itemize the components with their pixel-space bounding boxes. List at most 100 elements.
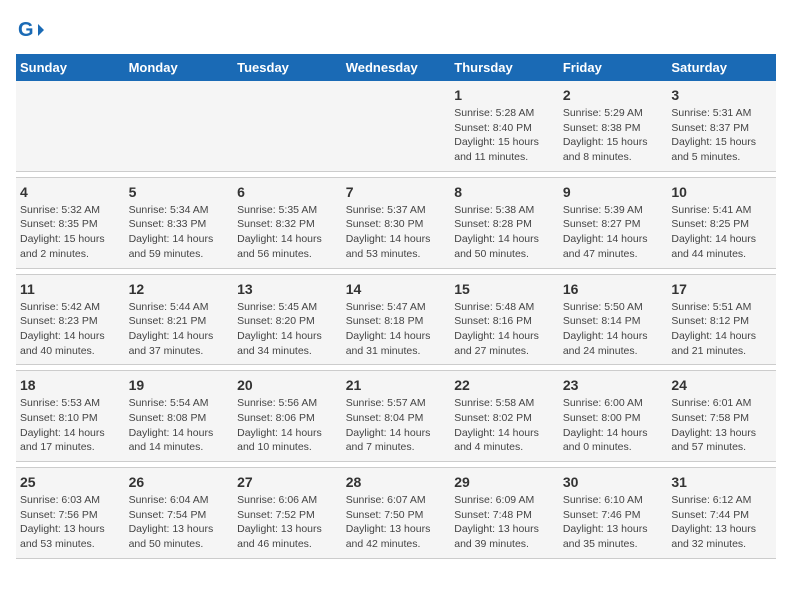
day-cell: 4 Sunrise: 5:32 AM Sunset: 8:35 PM Daylig… — [16, 177, 125, 268]
day-cell: 14 Sunrise: 5:47 AM Sunset: 8:18 PM Dayli… — [342, 274, 451, 365]
week-row-2: 4 Sunrise: 5:32 AM Sunset: 8:35 PM Daylig… — [16, 177, 776, 268]
logo: G — [16, 16, 48, 44]
day-info: Sunrise: 5:50 AM Sunset: 8:14 PM Dayligh… — [563, 300, 664, 359]
day-number: 22 — [454, 377, 555, 393]
day-number: 29 — [454, 474, 555, 490]
day-number: 6 — [237, 184, 338, 200]
day-info: Sunrise: 6:00 AM Sunset: 8:00 PM Dayligh… — [563, 396, 664, 455]
day-cell: 20 Sunrise: 5:56 AM Sunset: 8:06 PM Dayli… — [233, 371, 342, 462]
day-cell: 2 Sunrise: 5:29 AM Sunset: 8:38 PM Daylig… — [559, 81, 668, 171]
day-info: Sunrise: 5:58 AM Sunset: 8:02 PM Dayligh… — [454, 396, 555, 455]
day-cell — [342, 81, 451, 171]
week-row-1: 1 Sunrise: 5:28 AM Sunset: 8:40 PM Daylig… — [16, 81, 776, 171]
day-cell — [125, 81, 234, 171]
day-cell: 24Sunrise: 6:01 AM Sunset: 7:58 PM Dayli… — [667, 371, 776, 462]
week-row-5: 25 Sunrise: 6:03 AM Sunset: 7:56 PM Dayli… — [16, 468, 776, 559]
svg-text:G: G — [18, 19, 34, 41]
day-cell: 23 Sunrise: 6:00 AM Sunset: 8:00 PM Dayli… — [559, 371, 668, 462]
day-number: 23 — [563, 377, 664, 393]
day-number: 14 — [346, 281, 447, 297]
day-info: Sunrise: 5:42 AM Sunset: 8:23 PM Dayligh… — [20, 300, 121, 359]
day-cell: 27 Sunrise: 6:06 AM Sunset: 7:52 PM Dayli… — [233, 468, 342, 559]
day-info: Sunrise: 5:51 AM Sunset: 8:12 PM Dayligh… — [671, 300, 772, 359]
day-info: Sunrise: 5:41 AM Sunset: 8:25 PM Dayligh… — [671, 203, 772, 262]
day-cell: 21Sunrise: 5:57 AM Sunset: 8:04 PM Dayli… — [342, 371, 451, 462]
day-info: Sunrise: 5:48 AM Sunset: 8:16 PM Dayligh… — [454, 300, 555, 359]
day-cell: 28 Sunrise: 6:07 AM Sunset: 7:50 PM Dayli… — [342, 468, 451, 559]
day-cell: 6 Sunrise: 5:35 AM Sunset: 8:32 PM Daylig… — [233, 177, 342, 268]
day-info: Sunrise: 6:06 AM Sunset: 7:52 PM Dayligh… — [237, 493, 338, 552]
day-number: 25 — [20, 474, 121, 490]
day-info: Sunrise: 5:37 AM Sunset: 8:30 PM Dayligh… — [346, 203, 447, 262]
day-info: Sunrise: 6:12 AM Sunset: 7:44 PM Dayligh… — [671, 493, 772, 552]
day-cell — [233, 81, 342, 171]
day-cell: 7 Sunrise: 5:37 AM Sunset: 8:30 PM Daylig… — [342, 177, 451, 268]
day-cell: 3 Sunrise: 5:31 AM Sunset: 8:37 PM Daylig… — [667, 81, 776, 171]
header-day-monday: Monday — [125, 54, 234, 81]
page-header: G — [16, 16, 776, 44]
day-cell: 19 Sunrise: 5:54 AM Sunset: 8:08 PM Dayli… — [125, 371, 234, 462]
day-cell: 31 Sunrise: 6:12 AM Sunset: 7:44 PM Dayli… — [667, 468, 776, 559]
day-number: 2 — [563, 87, 664, 103]
day-cell: 11 Sunrise: 5:42 AM Sunset: 8:23 PM Dayli… — [16, 274, 125, 365]
day-info: Sunrise: 6:10 AM Sunset: 7:46 PM Dayligh… — [563, 493, 664, 552]
day-number: 26 — [129, 474, 230, 490]
day-number: 3 — [671, 87, 772, 103]
day-info: Sunrise: 5:38 AM Sunset: 8:28 PM Dayligh… — [454, 203, 555, 262]
day-info: Sunrise: 6:09 AM Sunset: 7:48 PM Dayligh… — [454, 493, 555, 552]
day-info: Sunrise: 5:32 AM Sunset: 8:35 PM Dayligh… — [20, 203, 121, 262]
day-number: 19 — [129, 377, 230, 393]
day-info: Sunrise: 5:47 AM Sunset: 8:18 PM Dayligh… — [346, 300, 447, 359]
week-row-3: 11 Sunrise: 5:42 AM Sunset: 8:23 PM Dayli… — [16, 274, 776, 365]
day-info: Sunrise: 5:31 AM Sunset: 8:37 PM Dayligh… — [671, 106, 772, 165]
day-info: Sunrise: 5:29 AM Sunset: 8:38 PM Dayligh… — [563, 106, 664, 165]
day-cell: 18Sunrise: 5:53 AM Sunset: 8:10 PM Dayli… — [16, 371, 125, 462]
day-cell: 9Sunrise: 5:39 AM Sunset: 8:27 PM Daylig… — [559, 177, 668, 268]
day-cell — [16, 81, 125, 171]
day-number: 20 — [237, 377, 338, 393]
week-row-4: 18Sunrise: 5:53 AM Sunset: 8:10 PM Dayli… — [16, 371, 776, 462]
day-cell: 29 Sunrise: 6:09 AM Sunset: 7:48 PM Dayli… — [450, 468, 559, 559]
day-info: Sunrise: 5:53 AM Sunset: 8:10 PM Dayligh… — [20, 396, 121, 455]
day-number: 10 — [671, 184, 772, 200]
day-info: Sunrise: 5:44 AM Sunset: 8:21 PM Dayligh… — [129, 300, 230, 359]
day-info: Sunrise: 5:45 AM Sunset: 8:20 PM Dayligh… — [237, 300, 338, 359]
day-info: Sunrise: 6:07 AM Sunset: 7:50 PM Dayligh… — [346, 493, 447, 552]
header-day-wednesday: Wednesday — [342, 54, 451, 81]
header-day-friday: Friday — [559, 54, 668, 81]
day-info: Sunrise: 5:56 AM Sunset: 8:06 PM Dayligh… — [237, 396, 338, 455]
day-info: Sunrise: 5:35 AM Sunset: 8:32 PM Dayligh… — [237, 203, 338, 262]
day-number: 1 — [454, 87, 555, 103]
day-number: 27 — [237, 474, 338, 490]
day-number: 5 — [129, 184, 230, 200]
day-info: Sunrise: 5:54 AM Sunset: 8:08 PM Dayligh… — [129, 396, 230, 455]
day-number: 4 — [20, 184, 121, 200]
day-cell: 15 Sunrise: 5:48 AM Sunset: 8:16 PM Dayli… — [450, 274, 559, 365]
day-info: Sunrise: 6:04 AM Sunset: 7:54 PM Dayligh… — [129, 493, 230, 552]
header-day-sunday: Sunday — [16, 54, 125, 81]
day-number: 21 — [346, 377, 447, 393]
day-cell: 13 Sunrise: 5:45 AM Sunset: 8:20 PM Dayli… — [233, 274, 342, 365]
day-cell: 8Sunrise: 5:38 AM Sunset: 8:28 PM Daylig… — [450, 177, 559, 268]
day-info: Sunrise: 5:34 AM Sunset: 8:33 PM Dayligh… — [129, 203, 230, 262]
day-info: Sunrise: 5:28 AM Sunset: 8:40 PM Dayligh… — [454, 106, 555, 165]
day-info: Sunrise: 5:39 AM Sunset: 8:27 PM Dayligh… — [563, 203, 664, 262]
header-day-saturday: Saturday — [667, 54, 776, 81]
header-row: SundayMondayTuesdayWednesdayThursdayFrid… — [16, 54, 776, 81]
day-cell: 26 Sunrise: 6:04 AM Sunset: 7:54 PM Dayli… — [125, 468, 234, 559]
day-number: 7 — [346, 184, 447, 200]
day-number: 13 — [237, 281, 338, 297]
day-number: 28 — [346, 474, 447, 490]
day-cell: 16Sunrise: 5:50 AM Sunset: 8:14 PM Dayli… — [559, 274, 668, 365]
day-cell: 17 Sunrise: 5:51 AM Sunset: 8:12 PM Dayli… — [667, 274, 776, 365]
day-info: Sunrise: 6:03 AM Sunset: 7:56 PM Dayligh… — [20, 493, 121, 552]
day-cell: 30Sunrise: 6:10 AM Sunset: 7:46 PM Dayli… — [559, 468, 668, 559]
day-number: 17 — [671, 281, 772, 297]
day-number: 11 — [20, 281, 121, 297]
day-number: 15 — [454, 281, 555, 297]
day-number: 24 — [671, 377, 772, 393]
logo-icon: G — [16, 16, 44, 44]
day-number: 12 — [129, 281, 230, 297]
header-day-tuesday: Tuesday — [233, 54, 342, 81]
day-number: 31 — [671, 474, 772, 490]
